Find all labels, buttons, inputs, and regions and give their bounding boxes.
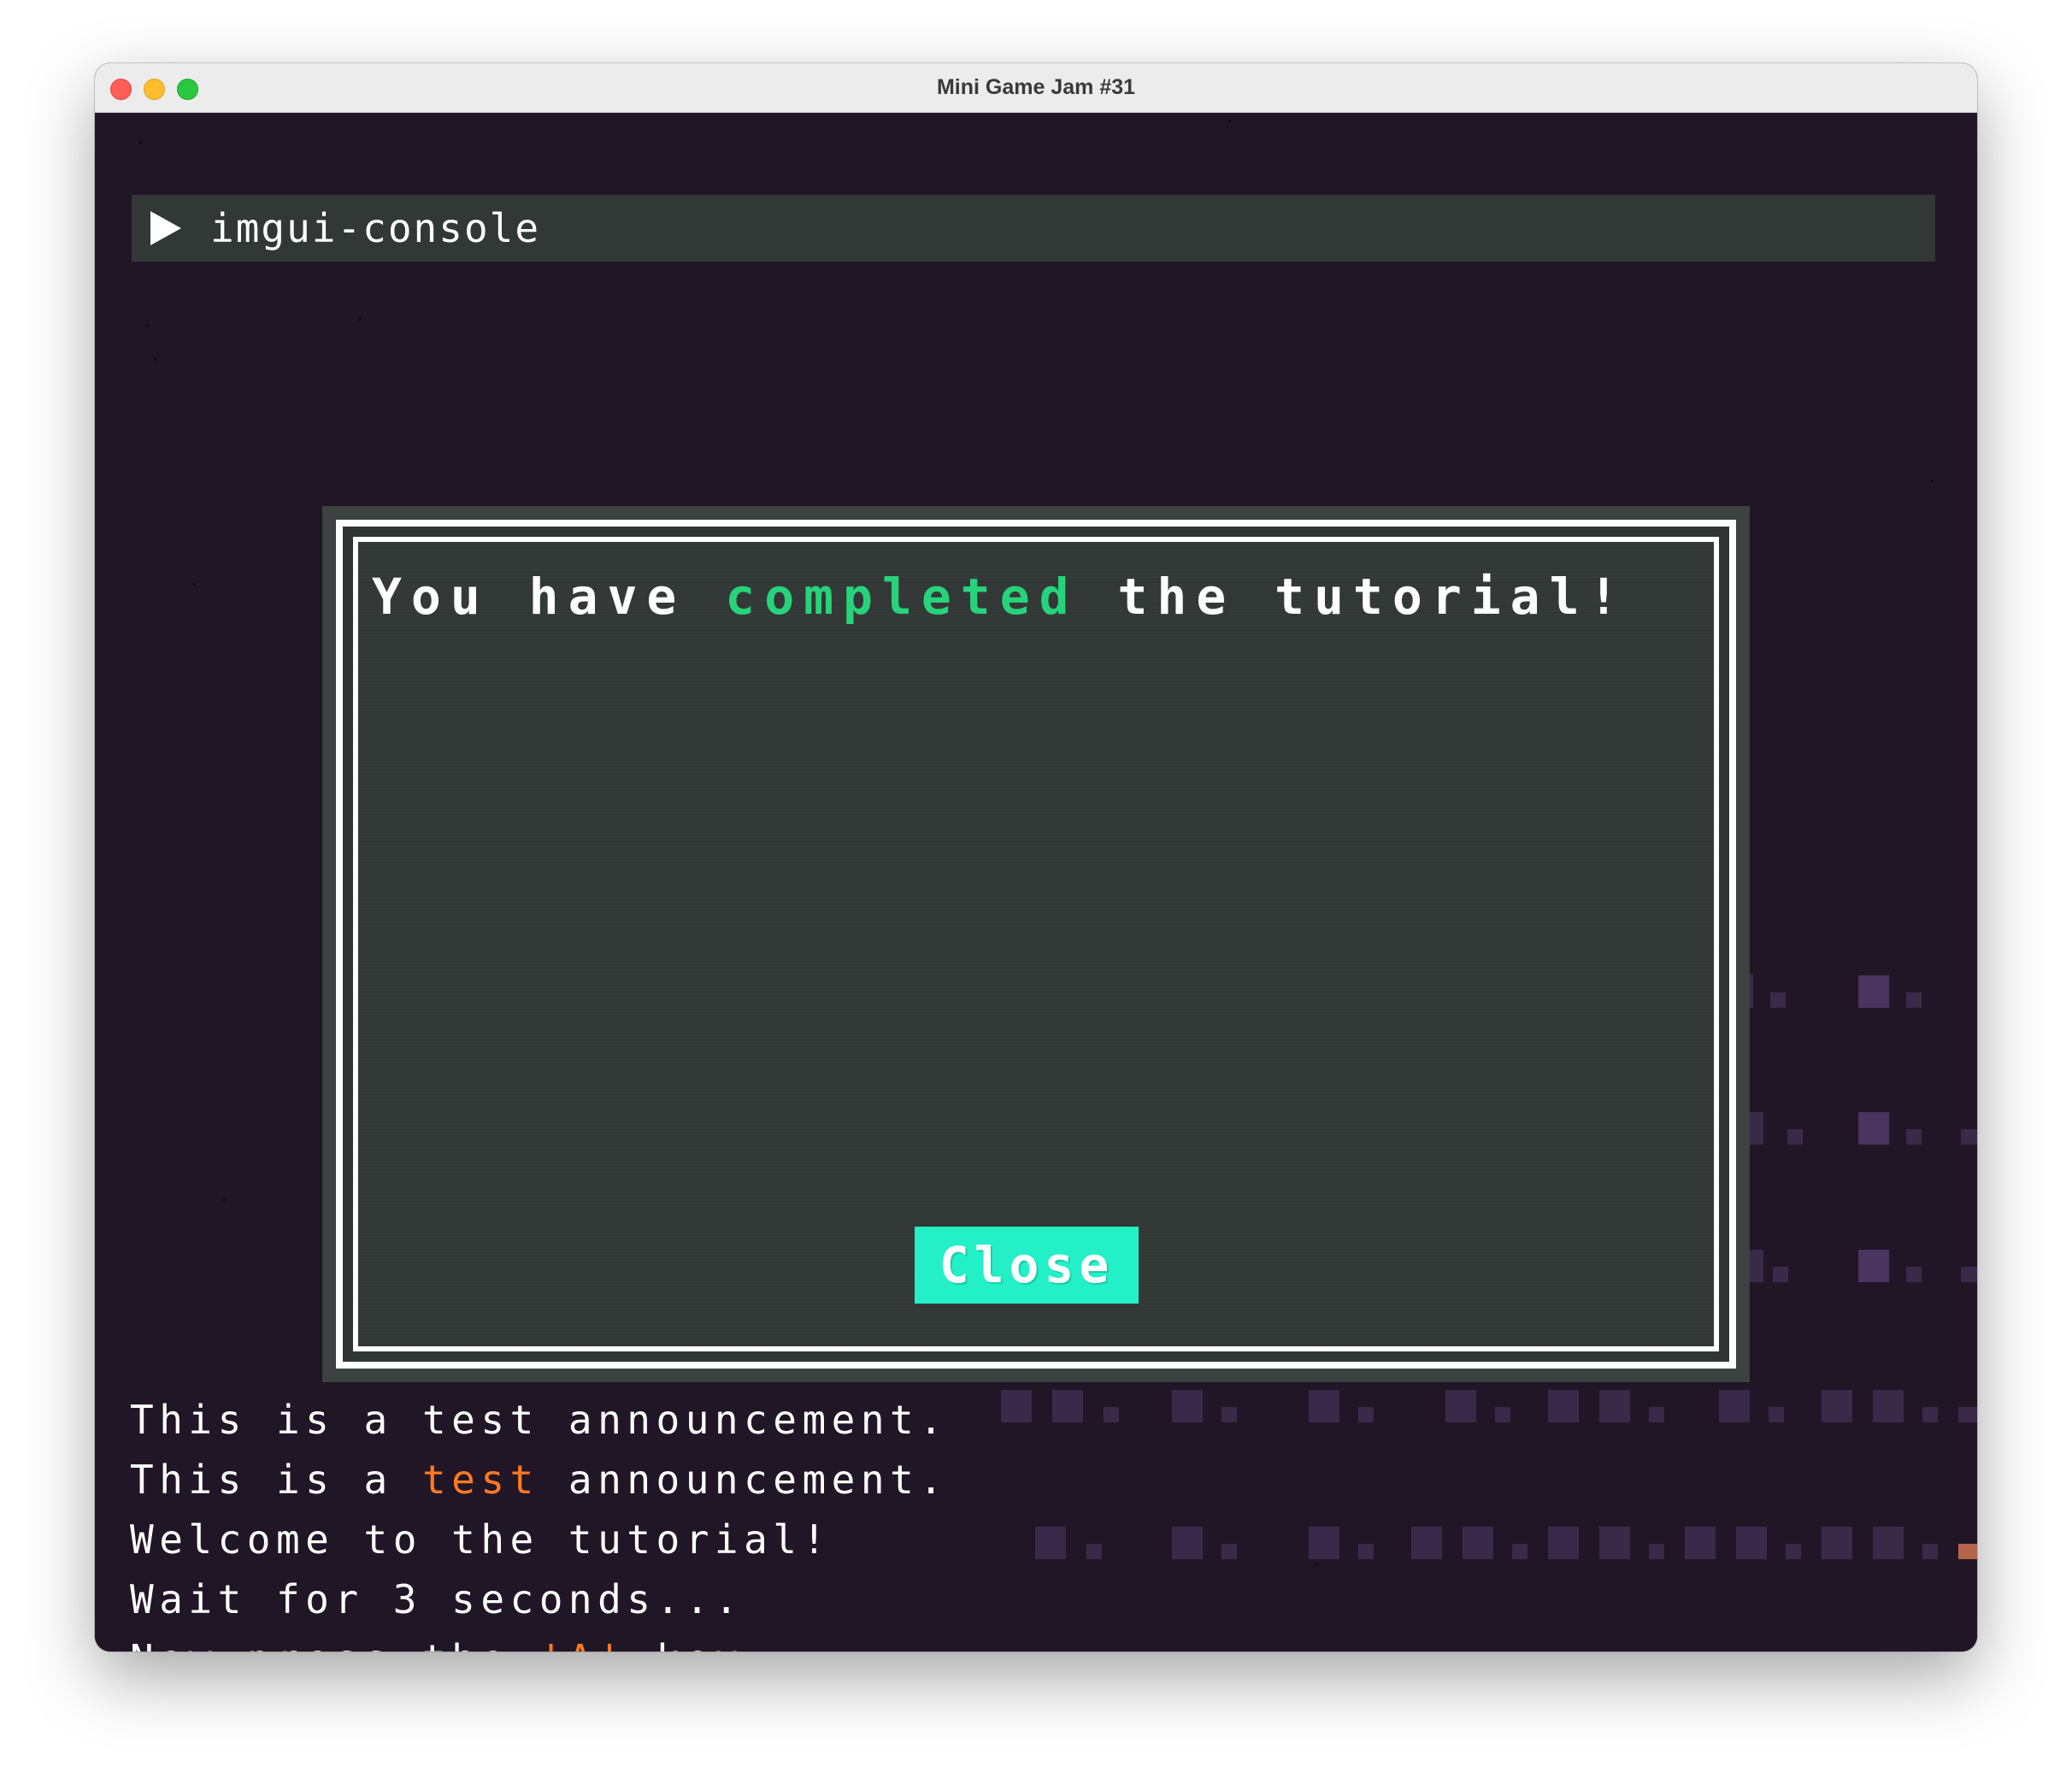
decor-tile (1922, 1544, 1938, 1559)
popup-message: You have completed the tutorial! (372, 568, 1628, 626)
background-speck (1228, 120, 1231, 122)
announcement-log: This is a test announcement. This is a t… (130, 1390, 948, 1651)
decor-tile (1358, 1544, 1374, 1559)
message-text: the tutorial! (1078, 568, 1628, 626)
background-speck (223, 1198, 226, 1201)
play-icon[interactable] (150, 211, 181, 245)
decor-tile (1958, 1544, 1977, 1559)
decor-tile (1822, 1527, 1852, 1559)
log-text: Welcome to the tutorial! (130, 1516, 832, 1563)
log-line: This is a test announcement. (130, 1450, 948, 1510)
popup-inner-border: You have completed the tutorial! Close (353, 537, 1719, 1351)
decor-tile (1685, 1527, 1716, 1559)
decor-tile (1649, 1544, 1664, 1559)
decor-tile (1773, 1267, 1788, 1282)
message-highlight: completed (725, 568, 1079, 626)
log-text: This is a test announcement. (130, 1397, 949, 1443)
decor-tile (1769, 1407, 1784, 1422)
decor-tile (1906, 1267, 1922, 1282)
decor-tile (1906, 992, 1922, 1008)
popup-outer-border: You have completed the tutorial! Close (336, 520, 1736, 1369)
decor-tile (1599, 1527, 1630, 1559)
close-button[interactable]: Close (915, 1227, 1139, 1304)
log-line: Now press the 'A' key. (130, 1629, 948, 1651)
decor-tile (1922, 1407, 1938, 1422)
log-line: This is a test announcement. (130, 1390, 948, 1450)
game-canvas: imgui-console You have completed the tut… (95, 113, 1977, 1651)
decor-tile (1873, 1390, 1904, 1422)
log-text: announcement. (539, 1457, 949, 1503)
console-label: imgui-console (210, 205, 541, 251)
decor-tile (1736, 1527, 1767, 1559)
window-title: Mini Game Jam #31 (936, 75, 1136, 99)
decor-tile (1086, 1544, 1102, 1559)
log-text: key. (627, 1636, 773, 1651)
decor-tile (1035, 1527, 1066, 1559)
decor-tile (1719, 1390, 1750, 1422)
decor-tile (1873, 1527, 1904, 1559)
decor-tile (1858, 975, 1889, 1008)
title-bar: Mini Game Jam #31 (95, 63, 1977, 113)
decor-tile (1358, 1407, 1374, 1422)
decor-tile (1495, 1407, 1510, 1422)
log-highlight: 'A' (539, 1636, 627, 1651)
decor-tile (1001, 1390, 1032, 1422)
decor-tile (1052, 1390, 1083, 1422)
background-speck (193, 583, 196, 586)
background-speck (154, 358, 156, 361)
decor-tile (1463, 1527, 1493, 1559)
imgui-console-header[interactable]: imgui-console (132, 195, 1935, 262)
decor-tile (1411, 1527, 1442, 1559)
decor-tile (1548, 1527, 1579, 1559)
decor-tile (1512, 1544, 1528, 1559)
decor-tile (1858, 1112, 1889, 1145)
decor-tile (1599, 1390, 1630, 1422)
decor-tile (1858, 1250, 1889, 1282)
decor-tile (1961, 1267, 1977, 1282)
decor-tile (1961, 1129, 1977, 1145)
decor-tile (1104, 1407, 1119, 1422)
decor-tile (1548, 1390, 1579, 1422)
game-window: Mini Game Jam #31 imgui-console You have… (95, 63, 1977, 1651)
decor-tile (1221, 1407, 1237, 1422)
decor-tile (1649, 1407, 1664, 1422)
log-text: Now press the (130, 1636, 539, 1651)
background-speck (1931, 480, 1934, 482)
tutorial-popup: You have completed the tutorial! Close (322, 506, 1750, 1382)
decor-tile (1770, 992, 1786, 1008)
log-line: Wait for 3 seconds... (130, 1569, 948, 1629)
decor-tile (1172, 1390, 1203, 1422)
decor-tile (1221, 1544, 1237, 1559)
decor-tile (1822, 1390, 1852, 1422)
decor-tile (1309, 1527, 1339, 1559)
decor-tile (1445, 1390, 1476, 1422)
decor-tile (1787, 1129, 1803, 1145)
decor-tile (1958, 1407, 1977, 1422)
background-speck (358, 318, 361, 321)
background-speck (1316, 1563, 1318, 1566)
decor-tile (1786, 1544, 1801, 1559)
log-highlight: test (421, 1457, 539, 1503)
log-text: Wait for 3 seconds... (130, 1576, 745, 1622)
log-line: Welcome to the tutorial! (130, 1510, 948, 1569)
background-speck (146, 324, 149, 327)
log-text: This is a (130, 1457, 422, 1503)
background-speck (139, 141, 142, 144)
decor-tile (1309, 1390, 1339, 1422)
message-text: You have (372, 568, 726, 626)
decor-tile (1172, 1527, 1203, 1559)
decor-tile (1906, 1129, 1922, 1145)
